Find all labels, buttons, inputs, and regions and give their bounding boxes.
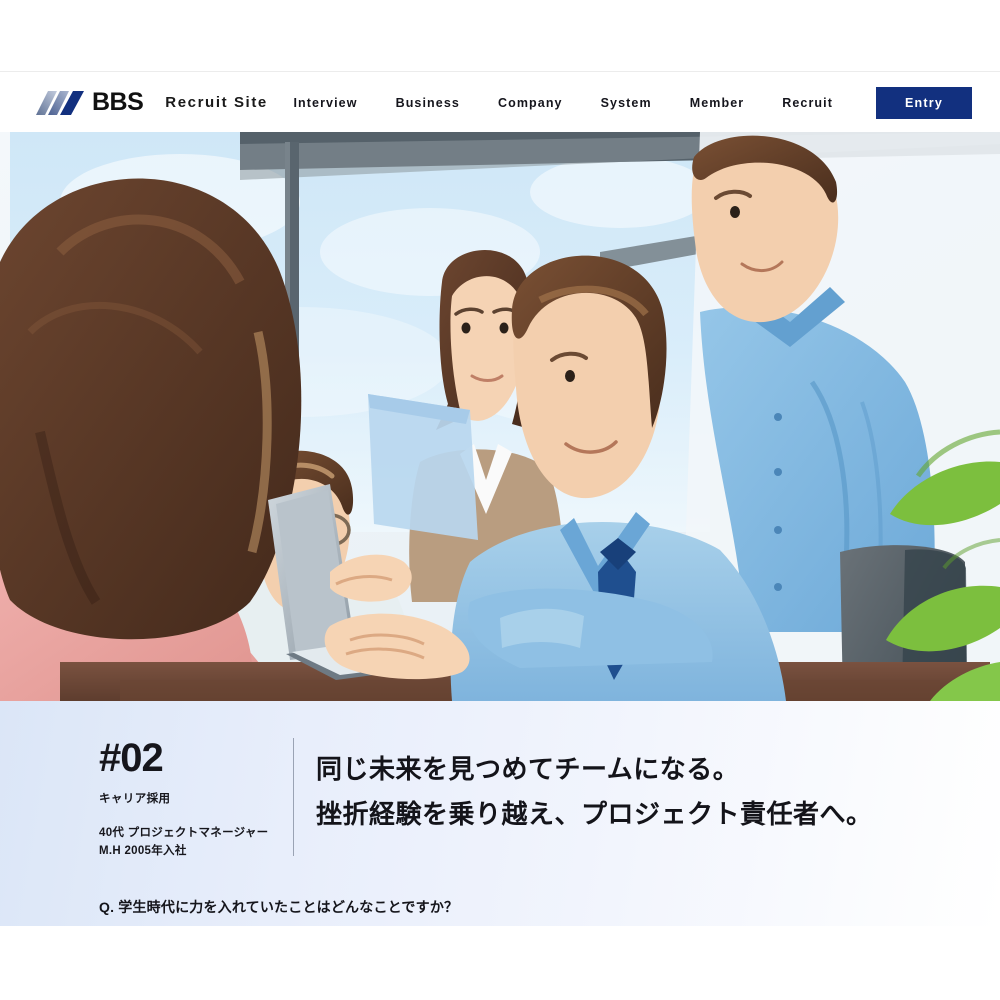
site-header: BBS Recruit Site Interview Business Comp… (0, 73, 1000, 132)
headline-line-2: 挫折経験を乗り越え、プロジェクト責任者へ。 (316, 798, 873, 829)
page-bottom-white-area (0, 926, 1000, 1000)
held-document (368, 394, 478, 540)
interview-question: Q. 学生時代に力を入れていたことはどんなことですか？ (99, 899, 459, 915)
hero-scene-graphic (0, 132, 1000, 701)
nav-item-business[interactable]: Business (396, 96, 460, 110)
nav-item-recruit[interactable]: Recruit (782, 96, 833, 110)
interview-intro-section: #02 キャリア採用 40代 プロジェクトマネージャー M.H 2005年入社 … (0, 701, 1000, 926)
nav-item-system[interactable]: System (601, 96, 652, 110)
hero-illustration (0, 132, 1000, 701)
site-name-label: Recruit Site (165, 94, 268, 111)
brand-logo-group[interactable]: BBS Recruit Site (36, 90, 268, 116)
vertical-divider (293, 738, 294, 856)
logo-wordmark: BBS (92, 88, 144, 116)
nav-item-member[interactable]: Member (690, 96, 745, 110)
interviewee-role: 40代 プロジェクトマネージャー (99, 827, 269, 839)
recruit-category: キャリア採用 (99, 793, 171, 805)
headline-line-1: 同じ未来を見つめてチームになる。 (316, 754, 740, 784)
interview-headline: 同じ未来を見つめてチームになる。 挫折経験を乗り越え、プロジェクト責任者へ。 (316, 747, 873, 836)
interviewee-profile: 40代 プロジェクトマネージャー M.H 2005年入社 (99, 825, 289, 861)
bbs-slash-logo-icon (36, 90, 84, 115)
nav-item-company[interactable]: Company (498, 96, 563, 110)
primary-navigation: Interview Business Company System Member… (274, 86, 972, 119)
entry-button[interactable]: Entry (876, 86, 972, 119)
interviewee-name-year: M.H 2005年入社 (99, 844, 187, 857)
nav-item-interview[interactable]: Interview (293, 96, 357, 110)
page-top-blank-area (0, 0, 1000, 72)
interview-number: #02 (99, 736, 164, 780)
interview-meta-block: #02 キャリア採用 40代 プロジェクトマネージャー M.H 2005年入社 (99, 738, 289, 861)
